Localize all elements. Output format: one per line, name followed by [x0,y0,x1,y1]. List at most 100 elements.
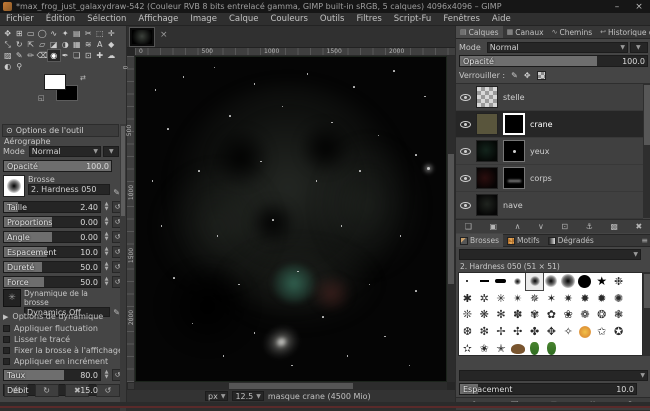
brush-swatch[interactable] [509,340,526,356]
brush-swatch[interactable]: ✥ [543,323,560,340]
menu-item-aide[interactable]: Aide [486,14,517,24]
dock-menu-icon[interactable]: ≡ [638,236,650,245]
quickmask-toggle[interactable] [127,382,135,390]
dock-tab-chemins[interactable]: ∿Chemins [548,26,597,39]
brush-grid-scrollbar[interactable] [643,272,650,356]
menu-item-filtres[interactable]: Filtres [350,14,387,24]
slider-Dureté[interactable]: Dureté50.0 ▲▼ ↺ [3,261,123,273]
menu-item-couleurs[interactable]: Couleurs [264,14,313,24]
edit-brush-icon[interactable]: ✎ [113,188,120,197]
delete-layer-button[interactable]: ✖ [635,222,642,231]
layer-blend-space-select[interactable]: ▼ [630,42,648,53]
menu-item-affichage[interactable]: Affichage [132,14,184,24]
anchor-layer-button[interactable]: ⚓ [586,222,593,231]
dock-tab-canaux[interactable]: ▦Canaux [503,26,548,39]
layer-thumbnail[interactable] [476,113,498,135]
opacity-slider[interactable]: Opacité 100.0 [3,160,112,172]
dock-tab-dégradés[interactable]: Dégradés [544,234,598,247]
slider-Proportions[interactable]: Proportions0.00 ▲▼ ↺ [3,216,123,228]
tool-options-header[interactable]: ⊙ Options de l'outil [2,124,119,137]
menu-item-fichier[interactable]: Fichier [0,14,40,24]
brush-swatch[interactable] [459,273,476,290]
brush-swatch[interactable]: ❋ [476,307,493,324]
brush-swatch[interactable]: ✲ [476,290,493,307]
brush-swatch[interactable]: ✢ [493,323,510,340]
canvas-vertical-scrollbar[interactable] [447,56,455,382]
brush-swatch[interactable]: ✣ [509,323,526,340]
menu-item-image[interactable]: Image [184,14,223,24]
tool-paintbrush[interactable]: ✏ [25,50,37,61]
tool-foreground-select[interactable]: ⬚ [94,28,106,39]
checkbox[interactable] [3,336,10,343]
brush-swatch[interactable]: ✫ [459,340,476,356]
brush-tag-input[interactable]: ▼ [459,370,648,381]
tool-scissors[interactable]: ✂ [83,28,95,39]
brush-swatch[interactable]: ❁ [577,307,594,324]
dock-tab-calques[interactable]: ▤Calques [456,26,503,39]
brush-swatch[interactable]: ✳ [493,290,510,307]
unit-select[interactable]: px▼ [205,391,228,401]
brush-swatch[interactable]: ★ [593,273,610,290]
spin-arrows[interactable]: ▲▼ [103,232,110,242]
brush-swatch[interactable]: ✴ [509,290,526,307]
checkbox[interactable] [3,347,10,354]
brush-swatch[interactable]: ✻ [493,307,510,324]
zoom-select[interactable]: 12.5▼ [232,391,263,401]
brush-swatch[interactable] [560,273,577,290]
brush-swatch[interactable]: ✬ [476,340,493,356]
brush-swatch[interactable]: ✩ [593,323,610,340]
slider-Force[interactable]: Force50.0 ▲▼ ↺ [3,276,123,288]
blend-space-select[interactable]: ▼ [103,146,119,157]
checkbox-row[interactable]: Appliquer en incrément [3,356,123,367]
restore-preset-button[interactable]: ↻ [35,384,59,397]
tool-scale[interactable]: ⇱ [25,39,37,50]
brush-swatch[interactable] [526,340,543,356]
layer-row-yeux[interactable]: yeux [456,138,643,165]
layer-thumbnail[interactable] [476,167,498,189]
brush-swatch[interactable]: ✧ [560,323,577,340]
brush-swatch[interactable] [577,323,594,340]
checkbox-row[interactable]: Fixer la brosse à l'affichage [3,345,123,356]
brush-swatch[interactable]: ❇ [476,323,493,340]
slider-Taille[interactable]: Taille2.40 ▲▼ ↺ [3,201,123,213]
brush-swatch[interactable]: ❆ [459,323,476,340]
dynamics-thumbnail[interactable]: ✳ [3,289,21,307]
brush-swatch[interactable]: ❉ [610,273,627,290]
brush-swatch[interactable]: ✱ [459,290,476,307]
tool-gradient[interactable]: ▨ [2,50,14,61]
tool-free-select[interactable]: ∿ [48,28,60,39]
visibility-eye-icon[interactable] [460,121,471,128]
tool-eraser[interactable]: ⌫ [37,50,49,61]
brush-swatch[interactable]: ✸ [577,290,594,307]
brush-swatch[interactable]: ✷ [560,290,577,307]
tool-perspective[interactable]: ◪ [48,39,60,50]
brush-spacing-slider[interactable]: Espacement 10.0 [459,383,637,395]
image-tab[interactable] [129,27,155,47]
brush-swatch[interactable]: ✵ [526,290,543,307]
tool-color-picker[interactable]: ⚲ [14,61,26,72]
tool-ink[interactable]: ✒ [60,50,72,61]
tool-warp[interactable]: ≋ [83,39,95,50]
reset-tool-button[interactable]: ↺ [96,384,120,397]
close-button[interactable]: × [628,2,650,12]
tool-cage[interactable]: ▦ [71,39,83,50]
layer-mask-thumbnail[interactable] [503,167,525,189]
brush-swatch[interactable] [476,273,493,290]
menu-item-calque[interactable]: Calque [223,14,265,24]
minimize-button[interactable]: – [606,2,628,12]
menu-item-sélection[interactable]: Sélection [81,14,132,24]
layer-mode-select[interactable]: Normal▼ [487,42,628,53]
lock-alpha-icon[interactable] [537,71,546,80]
brush-swatch[interactable] [493,273,510,290]
layer-thumbnail[interactable] [476,194,498,216]
tool-pencil[interactable]: ✎ [14,50,26,61]
layer-row-corps[interactable]: corps [456,165,643,192]
brush-swatch[interactable] [509,273,526,290]
tool-airbrush[interactable]: ◉ [48,50,60,61]
tool-crop[interactable]: ✛ [106,28,118,39]
menu-item-fenêtres[interactable]: Fenêtres [437,14,486,24]
tool-ellipse-select[interactable]: ◯ [37,28,49,39]
layer-thumbnail[interactable] [476,86,498,108]
visibility-eye-icon[interactable] [460,175,471,182]
brush-swatch[interactable] [526,273,543,290]
